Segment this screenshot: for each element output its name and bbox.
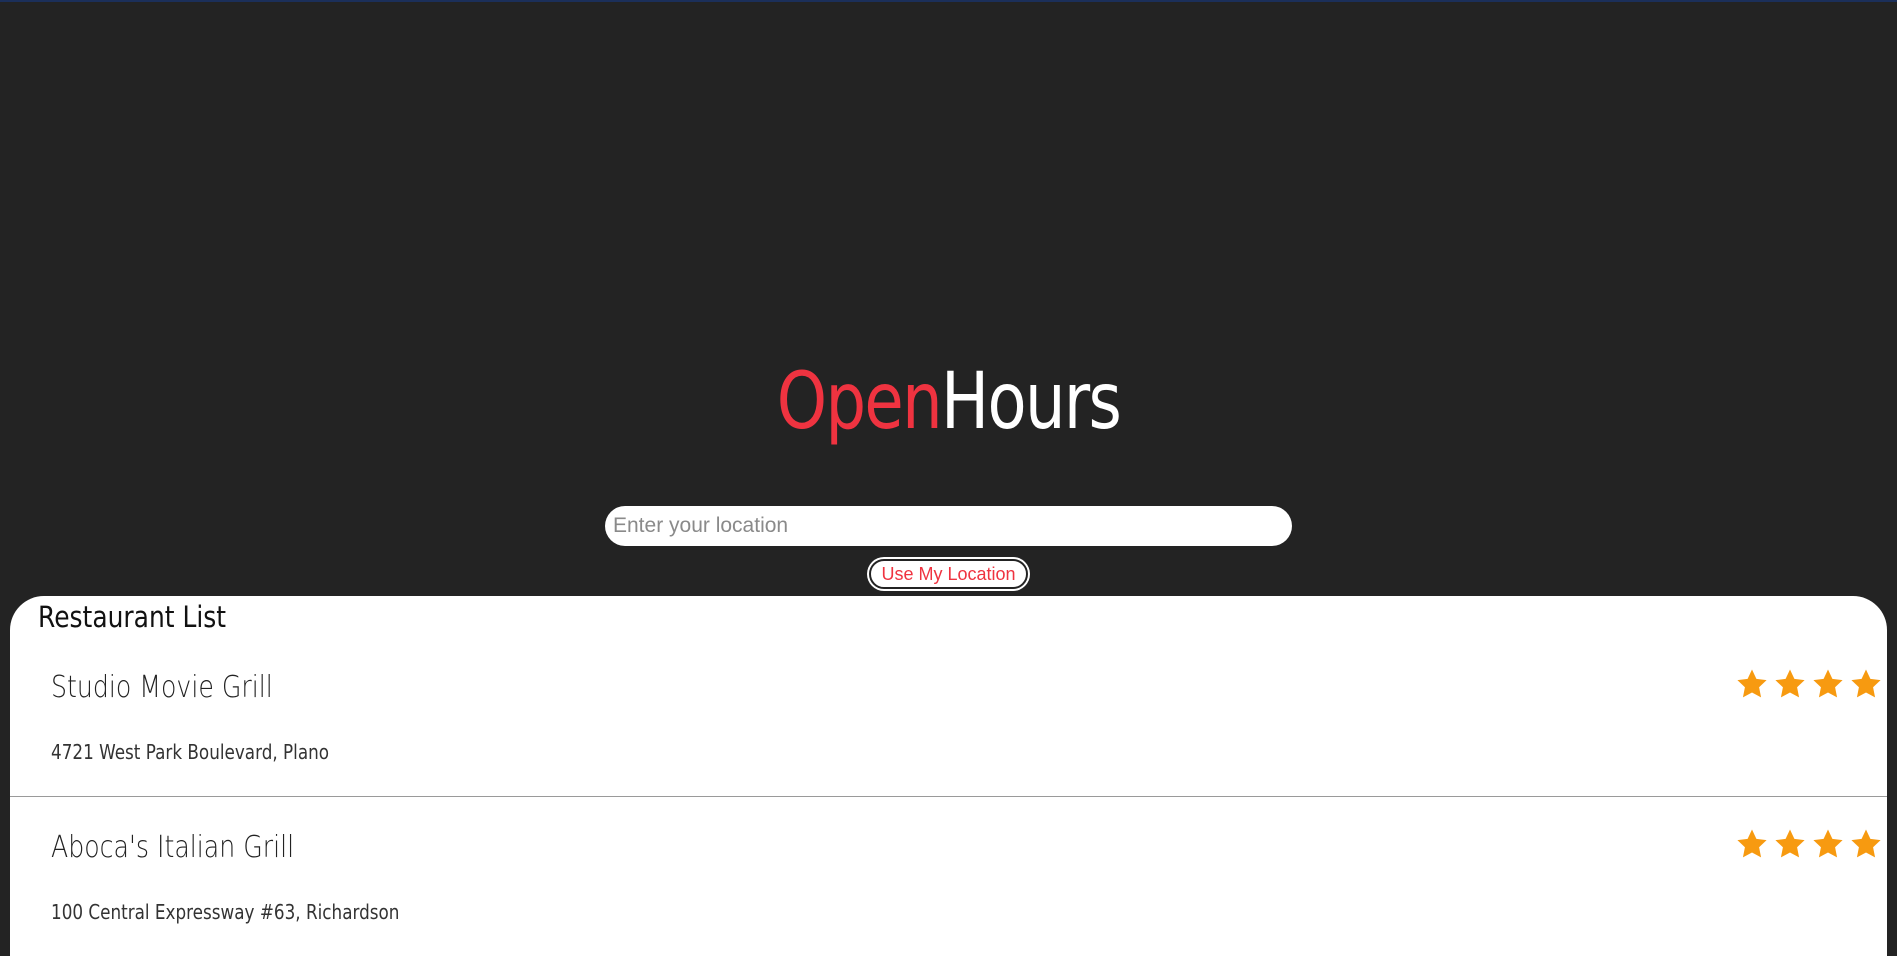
star-icon bbox=[1737, 669, 1767, 698]
star-icon bbox=[1775, 829, 1805, 858]
logo-open-text: Open bbox=[776, 357, 943, 447]
app-logo: OpenHours bbox=[171, 352, 1727, 452]
location-search-input[interactable] bbox=[605, 506, 1292, 546]
star-icon bbox=[1851, 669, 1881, 698]
rating-stars bbox=[1735, 667, 1883, 701]
star-icon bbox=[1737, 829, 1767, 858]
rating-stars bbox=[1735, 827, 1883, 861]
restaurant-item-studio-movie-grill[interactable]: Studio Movie Grill 4721 West Park Boulev… bbox=[10, 596, 1887, 797]
star-icon bbox=[1813, 669, 1843, 698]
star-icon bbox=[1775, 669, 1805, 698]
restaurant-name[interactable]: Aboca's Italian Grill bbox=[51, 828, 294, 868]
restaurant-list-panel: Restaurant List Studio Movie Grill 4721 … bbox=[10, 596, 1887, 956]
star-icon bbox=[1813, 829, 1843, 858]
logo-hours-text: Hours bbox=[941, 357, 1122, 447]
restaurant-item-abocas-italian-grill[interactable]: Aboca's Italian Grill 100 Central Expres… bbox=[10, 756, 1887, 924]
use-my-location-button[interactable]: Use My Location bbox=[869, 559, 1028, 589]
hero-section: OpenHours Use My Location bbox=[0, 0, 1897, 596]
star-icon bbox=[1851, 829, 1881, 858]
restaurant-name[interactable]: Studio Movie Grill bbox=[51, 668, 273, 708]
restaurant-address: 100 Central Expressway #63, Richardson bbox=[51, 900, 400, 924]
